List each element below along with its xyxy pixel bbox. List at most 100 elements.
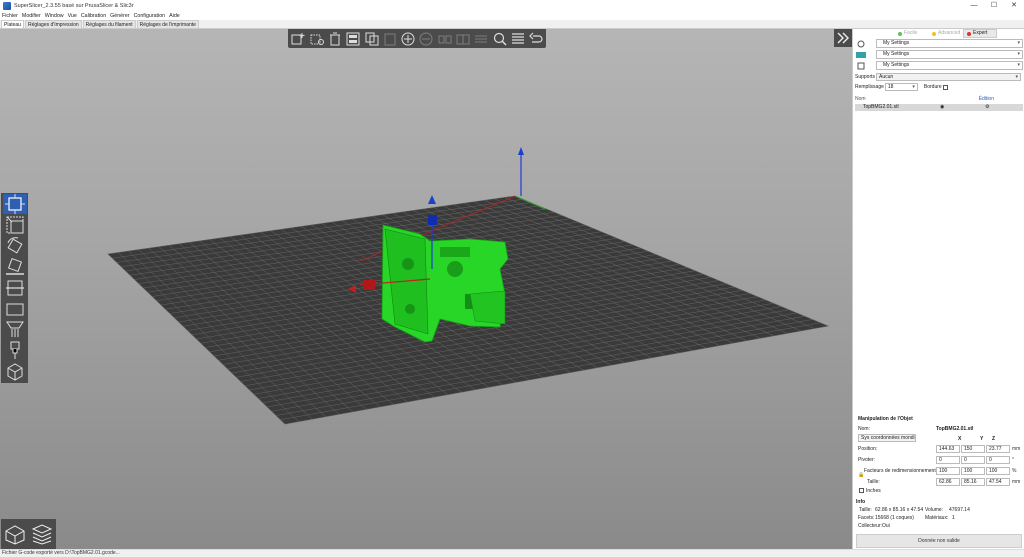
trash-icon bbox=[330, 32, 341, 45]
layers-editing-button[interactable] bbox=[473, 31, 490, 47]
gizmo-x-handle[interactable] bbox=[363, 280, 375, 290]
cut-tool-button[interactable] bbox=[3, 278, 27, 298]
place-on-face-button[interactable] bbox=[3, 257, 27, 277]
mode-expert[interactable]: Expert bbox=[963, 29, 997, 38]
delete-object-icon bbox=[310, 34, 324, 45]
mode-dot-icon bbox=[967, 31, 971, 36]
size-x-input[interactable]: 62.86 bbox=[936, 478, 960, 486]
menu-modifier[interactable]: Modifier bbox=[22, 13, 41, 19]
position-x-input[interactable]: 144.63 bbox=[936, 445, 960, 453]
menu-fichier[interactable]: Fichier bbox=[2, 13, 18, 19]
position-z-input[interactable]: 23.77 bbox=[986, 445, 1010, 453]
brim-checkbox[interactable] bbox=[942, 84, 948, 90]
info-title: Info bbox=[856, 499, 866, 505]
inches-checkbox[interactable] bbox=[859, 488, 864, 493]
info-materials-label: Matériaux: bbox=[925, 515, 949, 521]
undo-button[interactable] bbox=[528, 31, 545, 47]
search-button[interactable] bbox=[491, 31, 508, 47]
gizmo-z-handle[interactable] bbox=[428, 215, 437, 225]
printer-icon bbox=[856, 62, 866, 70]
split-parts-button[interactable] bbox=[455, 31, 472, 47]
layers-icon bbox=[511, 32, 524, 44]
brim-label: Bordure bbox=[923, 84, 942, 90]
object-list-row[interactable]: TopBMG2.01.stl ◉ ⚙ bbox=[855, 104, 1023, 111]
paste-button[interactable] bbox=[381, 31, 398, 47]
menu-window[interactable]: Window bbox=[45, 13, 64, 19]
menu-calibration[interactable]: Calibration bbox=[81, 13, 106, 19]
axis-z-label: Z bbox=[992, 436, 996, 442]
gizmo-z-arrow[interactable] bbox=[428, 195, 436, 204]
mode-advanced[interactable]: Advanced bbox=[929, 29, 963, 38]
split-objects-button[interactable] bbox=[436, 31, 453, 47]
right-sidebar: Facile Advanced Expert My Settings ▾ My S… bbox=[852, 29, 1024, 549]
3d-viewport[interactable] bbox=[0, 29, 852, 549]
collapse-sidebar-button[interactable] bbox=[834, 29, 852, 47]
minimize-button[interactable]: — bbox=[964, 0, 984, 11]
mode-facile[interactable]: Facile bbox=[895, 29, 929, 38]
delete-button[interactable] bbox=[308, 31, 325, 47]
support-points-button[interactable] bbox=[3, 320, 27, 340]
info-manifold-value: Oui bbox=[882, 523, 890, 529]
copy-button[interactable] bbox=[363, 31, 380, 47]
seam-painting-button[interactable] bbox=[3, 362, 27, 382]
delete-all-button[interactable] bbox=[327, 31, 344, 47]
filament-preset-select[interactable]: My Settings ▾ bbox=[876, 50, 1023, 59]
layers-button[interactable] bbox=[509, 31, 526, 47]
search-icon bbox=[493, 32, 507, 46]
eye-icon[interactable]: ◉ bbox=[940, 104, 944, 111]
move-tool-button[interactable] bbox=[2, 194, 27, 214]
size-label: Taille: bbox=[867, 479, 880, 485]
printer-preset-select[interactable]: My Settings ▾ bbox=[876, 61, 1023, 70]
export-gcode-button[interactable]: Donnée non valide bbox=[856, 534, 1022, 548]
scale-tool-button[interactable] bbox=[3, 215, 27, 235]
add-button[interactable] bbox=[290, 31, 307, 47]
3d-view-icon[interactable] bbox=[4, 523, 26, 545]
menu-generer[interactable]: Générer bbox=[110, 13, 129, 19]
lock-icon[interactable]: 🔒 bbox=[858, 472, 864, 478]
tab-filament-settings[interactable]: Réglages du filament bbox=[82, 20, 136, 28]
arrange-button[interactable] bbox=[345, 31, 362, 47]
print-preset-select[interactable]: My Settings ▾ bbox=[876, 39, 1023, 48]
coordinate-system-select[interactable]: Sys coordonnées mondi bbox=[858, 434, 916, 442]
rotation-x-input[interactable]: 0 bbox=[936, 456, 960, 464]
filament-preset-row: My Settings ▾ bbox=[856, 49, 1023, 60]
info-facets-label: Facets: bbox=[858, 515, 875, 521]
preview-layers-icon[interactable] bbox=[31, 523, 53, 545]
scale-x-input[interactable]: 100 bbox=[936, 467, 960, 475]
hollow-tool-button[interactable] bbox=[3, 299, 27, 319]
print-preset-row: My Settings ▾ bbox=[856, 38, 1023, 49]
supports-select[interactable]: Aucun ▾ bbox=[876, 73, 1022, 81]
menu-aide[interactable]: Aide bbox=[169, 13, 180, 19]
paint-supports-button[interactable] bbox=[3, 341, 27, 361]
printer-preset-row: My Settings ▾ bbox=[856, 60, 1023, 71]
mode-selector: Facile Advanced Expert bbox=[895, 29, 997, 38]
menu-vue[interactable]: Vue bbox=[68, 13, 77, 19]
position-y-input[interactable]: 150 bbox=[961, 445, 985, 453]
rotation-z-input[interactable]: 0 bbox=[986, 456, 1010, 464]
info-size-label: Taille: bbox=[859, 507, 872, 513]
add-instance-button[interactable] bbox=[400, 31, 417, 47]
layers-editing-icon bbox=[475, 35, 488, 42]
tab-print-settings[interactable]: Réglages d'Impression bbox=[24, 20, 82, 28]
menu-configuration[interactable]: Configuration bbox=[134, 13, 166, 19]
chevron-down-icon: ▾ bbox=[1015, 74, 1019, 80]
scale-icon bbox=[6, 216, 23, 234]
rotate-tool-button[interactable] bbox=[3, 236, 27, 256]
scale-z-input[interactable]: 100 bbox=[986, 467, 1010, 475]
tab-printer-settings[interactable]: Réglages de l'imprimante bbox=[136, 20, 199, 28]
copy-icon bbox=[365, 32, 379, 45]
edit-settings-icon[interactable]: ⚙ bbox=[985, 104, 989, 111]
infill-select[interactable]: 18 ▾ bbox=[884, 83, 918, 91]
chevron-down-icon: ▾ bbox=[1017, 40, 1020, 46]
size-z-input[interactable]: 47.54 bbox=[986, 478, 1010, 486]
remove-instance-button[interactable] bbox=[418, 31, 435, 47]
print-bed-scene[interactable] bbox=[0, 29, 852, 549]
rotation-y-input[interactable]: 0 bbox=[961, 456, 985, 464]
filament-color-swatch[interactable] bbox=[856, 51, 866, 59]
close-button[interactable]: ✕ bbox=[1004, 0, 1024, 11]
scale-y-input[interactable]: 100 bbox=[961, 467, 985, 475]
tab-plateau[interactable]: Plateau bbox=[1, 20, 24, 28]
maximize-button[interactable]: ☐ bbox=[984, 0, 1004, 11]
size-y-input[interactable]: 85.16 bbox=[961, 478, 985, 486]
paste-icon bbox=[384, 33, 396, 45]
